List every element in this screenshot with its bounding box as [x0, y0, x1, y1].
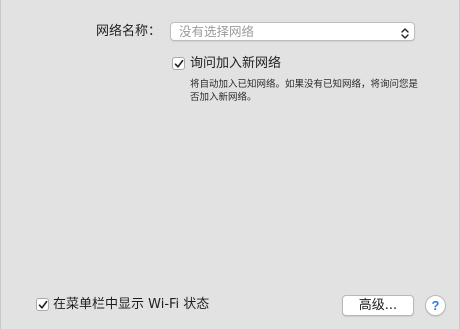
- network-name-label: 网络名称：: [95, 24, 161, 39]
- wifi-preferences-panel: 网络名称： 没有选择网络 询问加入新网络 将自动加入已知网络。如果没有已知网络，…: [0, 0, 460, 329]
- checkmark-icon: [38, 300, 48, 309]
- network-name-select-value: 没有选择网络: [179, 24, 255, 39]
- show-in-menubar-checkbox[interactable]: [36, 298, 49, 311]
- ask-to-join-description: 将自动加入已知网络。如果没有已知网络，将询问您是否加入新网络。: [190, 79, 419, 103]
- ask-to-join-checkbox[interactable]: [172, 57, 185, 70]
- up-down-chevron-icon: [400, 25, 410, 39]
- checkmark-icon: [174, 59, 184, 68]
- help-icon[interactable]: ?: [425, 295, 446, 316]
- network-name-select[interactable]: 没有选择网络: [170, 22, 415, 41]
- ask-to-join-label[interactable]: 询问加入新网络: [190, 55, 281, 72]
- advanced-button[interactable]: 高级...: [342, 295, 414, 316]
- show-in-menubar-label[interactable]: 在菜单栏中显示 Wi-Fi 状态: [53, 296, 209, 313]
